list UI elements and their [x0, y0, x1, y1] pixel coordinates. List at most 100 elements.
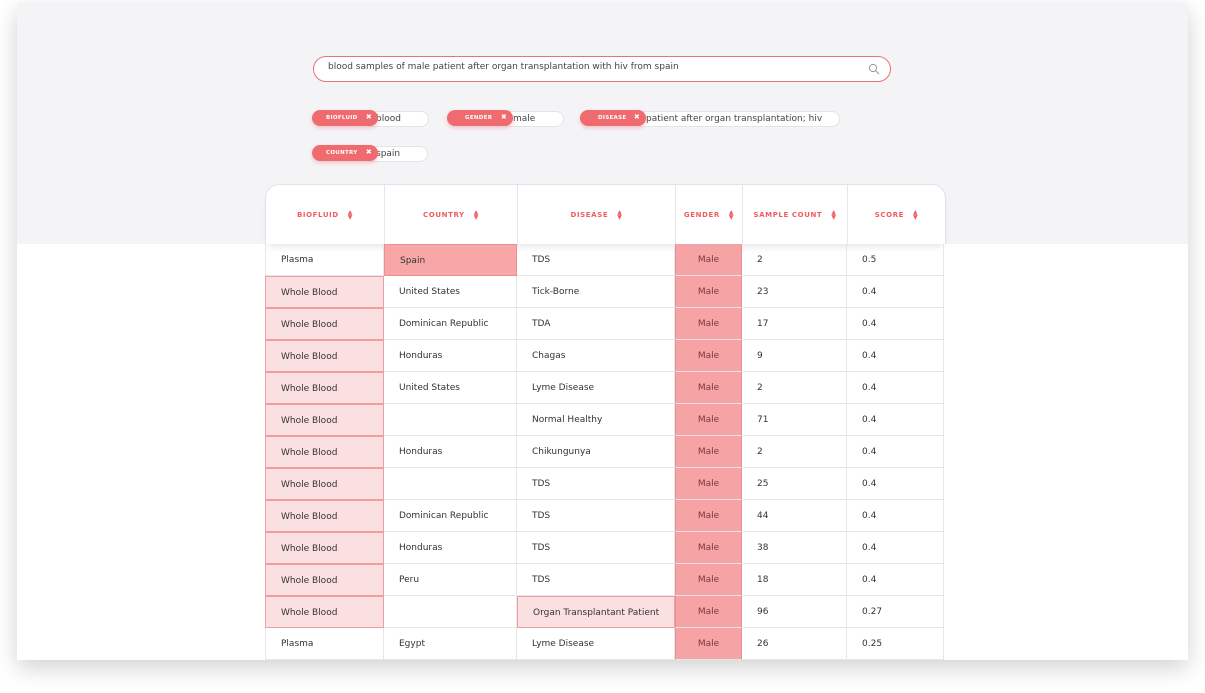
table-row[interactable]: Plasma Spain TDS Male 2 0.5 [265, 244, 944, 276]
cell-sample-count: 17 [742, 308, 847, 340]
column-header-disease[interactable]: DISEASE ▲ ▼ [518, 185, 676, 244]
cell-score: 0.4 [847, 340, 944, 372]
table-row[interactable]: Whole Blood Honduras Chikungunya Male 2 0.4 [265, 436, 944, 468]
remove-filter-icon[interactable]: ✖ [366, 113, 372, 122]
cell-gender: Male [675, 628, 742, 660]
column-header-country[interactable]: COUNTRY ▲ ▼ [385, 185, 518, 244]
column-header-sample-count[interactable]: SAMPLE COUNT ▲ ▼ [743, 185, 848, 244]
cell-country [384, 404, 517, 436]
cell-biofluid: Whole Blood [265, 500, 384, 532]
sort-icon[interactable]: ▲ ▼ [348, 209, 353, 220]
cell-score: 0.4 [847, 564, 944, 596]
sort-icon[interactable]: ▲ ▼ [729, 209, 734, 220]
cell-biofluid: Whole Blood [265, 404, 384, 436]
search-bar[interactable]: blood samples of male patient after orga… [313, 56, 891, 82]
table-row[interactable]: Whole Blood United States Tick-Borne Male 23… [265, 276, 944, 308]
cell-biofluid: Whole Blood [265, 372, 384, 404]
cell-disease: Tick-Borne [517, 276, 675, 308]
cell-country: Honduras [384, 436, 517, 468]
table-row[interactable]: Whole Blood United States Lyme Disease Male… [265, 372, 944, 404]
table-row[interactable]: Whole Blood Honduras Chagas Male 9 0.4 [265, 340, 944, 372]
cell-score: 0.4 [847, 436, 944, 468]
cell-disease: TDS [517, 532, 675, 564]
cell-score: 0.25 [847, 628, 944, 660]
cell-country: Dominican Republic [384, 500, 517, 532]
remove-filter-icon[interactable]: ✖ [366, 148, 372, 157]
cell-gender: Male [675, 468, 742, 500]
filter-chip-disease: patient after organ transplantation; hiv… [580, 110, 840, 127]
cell-score: 0.4 [847, 532, 944, 564]
cell-score: 0.5 [847, 244, 944, 276]
cell-gender: Male [675, 532, 742, 564]
cell-sample-count: 96 [742, 596, 847, 628]
cell-biofluid: Whole Blood [265, 436, 384, 468]
cell-gender: Male [675, 596, 742, 628]
search-input[interactable]: blood samples of male patient after orga… [328, 62, 679, 72]
filter-label: GENDER ✖ [447, 110, 513, 126]
table-row[interactable]: Whole Blood Honduras TDS Male 38 0.4 [265, 532, 944, 564]
cell-country: Honduras [384, 340, 517, 372]
search-icon[interactable] [868, 63, 880, 75]
sort-icon[interactable]: ▲ ▼ [617, 209, 622, 220]
cell-sample-count: 26 [742, 628, 847, 660]
cell-disease: Normal Healthy [517, 404, 675, 436]
table-row[interactable]: Whole Blood Normal Healthy Male 71 0.4 [265, 404, 944, 436]
cell-country: Dominican Republic [384, 308, 517, 340]
cell-gender: Male [675, 340, 742, 372]
cell-country [384, 596, 517, 628]
column-header-biofluid[interactable]: BIOFLUID ▲ ▼ [266, 185, 385, 244]
cell-score: 0.4 [847, 404, 944, 436]
table-row[interactable]: Whole Blood TDS Male 25 0.4 [265, 468, 944, 500]
cell-country: Spain [384, 244, 517, 276]
cell-score: 0.4 [847, 308, 944, 340]
table-row[interactable]: Whole Blood Dominican Republic TDS Male 44 0.… [265, 500, 944, 532]
cell-gender: Male [675, 372, 742, 404]
cell-gender: Male [675, 564, 742, 596]
filter-label: BIOFLUID ✖ [312, 110, 378, 126]
filter-chip-country: spain COUNTRY ✖ [312, 145, 428, 162]
cell-disease: Organ Transplantant Patient [517, 596, 675, 628]
cell-score: 0.4 [847, 468, 944, 500]
sort-icon[interactable]: ▲ ▼ [831, 209, 836, 220]
cell-score: 0.27 [847, 596, 944, 628]
cell-biofluid: Whole Blood [265, 340, 384, 372]
sort-icon[interactable]: ▲ ▼ [913, 209, 918, 220]
cell-sample-count: 18 [742, 564, 847, 596]
cell-disease: TDS [517, 468, 675, 500]
cell-sample-count: 23 [742, 276, 847, 308]
table-row[interactable]: Whole Blood Peru TDS Male 18 0.4 [265, 564, 944, 596]
cell-biofluid: Whole Blood [265, 276, 384, 308]
table-row[interactable]: Plasma Egypt Lyme Disease Male 26 0.25 [265, 628, 944, 660]
cell-disease: Lyme Disease [517, 372, 675, 404]
column-header-gender[interactable]: GENDER ▲ ▼ [676, 185, 743, 244]
cell-biofluid: Whole Blood [265, 532, 384, 564]
cell-disease: Chikungunya [517, 436, 675, 468]
cell-sample-count: 71 [742, 404, 847, 436]
cell-score: 0.4 [847, 276, 944, 308]
cell-country: Peru [384, 564, 517, 596]
column-header-score[interactable]: SCORE ▲ ▼ [848, 185, 945, 244]
table-row[interactable]: Whole Blood Dominican Republic TDA Male 17 0.… [265, 308, 944, 340]
filter-label: DISEASE ✖ [580, 110, 646, 126]
cell-sample-count: 44 [742, 500, 847, 532]
filter-chip-biofluid: blood BIOFLUID ✖ [312, 110, 429, 127]
cell-biofluid: Whole Blood [265, 564, 384, 596]
cell-sample-count: 2 [742, 436, 847, 468]
table-row[interactable]: Whole Blood Organ Transplantant Patient Ma… [265, 596, 944, 628]
cell-sample-count: 9 [742, 340, 847, 372]
cell-disease: TDA [517, 308, 675, 340]
cell-disease: Lyme Disease [517, 628, 675, 660]
filter-chip-gender: male GENDER ✖ [447, 110, 564, 127]
remove-filter-icon[interactable]: ✖ [501, 113, 507, 122]
cell-biofluid: Whole Blood [265, 596, 384, 628]
cell-disease: TDS [517, 500, 675, 532]
filter-label: COUNTRY ✖ [312, 145, 378, 161]
cell-score: 0.4 [847, 500, 944, 532]
cell-biofluid: Plasma [265, 628, 384, 660]
cell-gender: Male [675, 500, 742, 532]
cell-biofluid: Plasma [265, 244, 384, 276]
cell-country: United States [384, 372, 517, 404]
sort-icon[interactable]: ▲ ▼ [474, 209, 479, 220]
cell-sample-count: 38 [742, 532, 847, 564]
remove-filter-icon[interactable]: ✖ [634, 113, 640, 122]
